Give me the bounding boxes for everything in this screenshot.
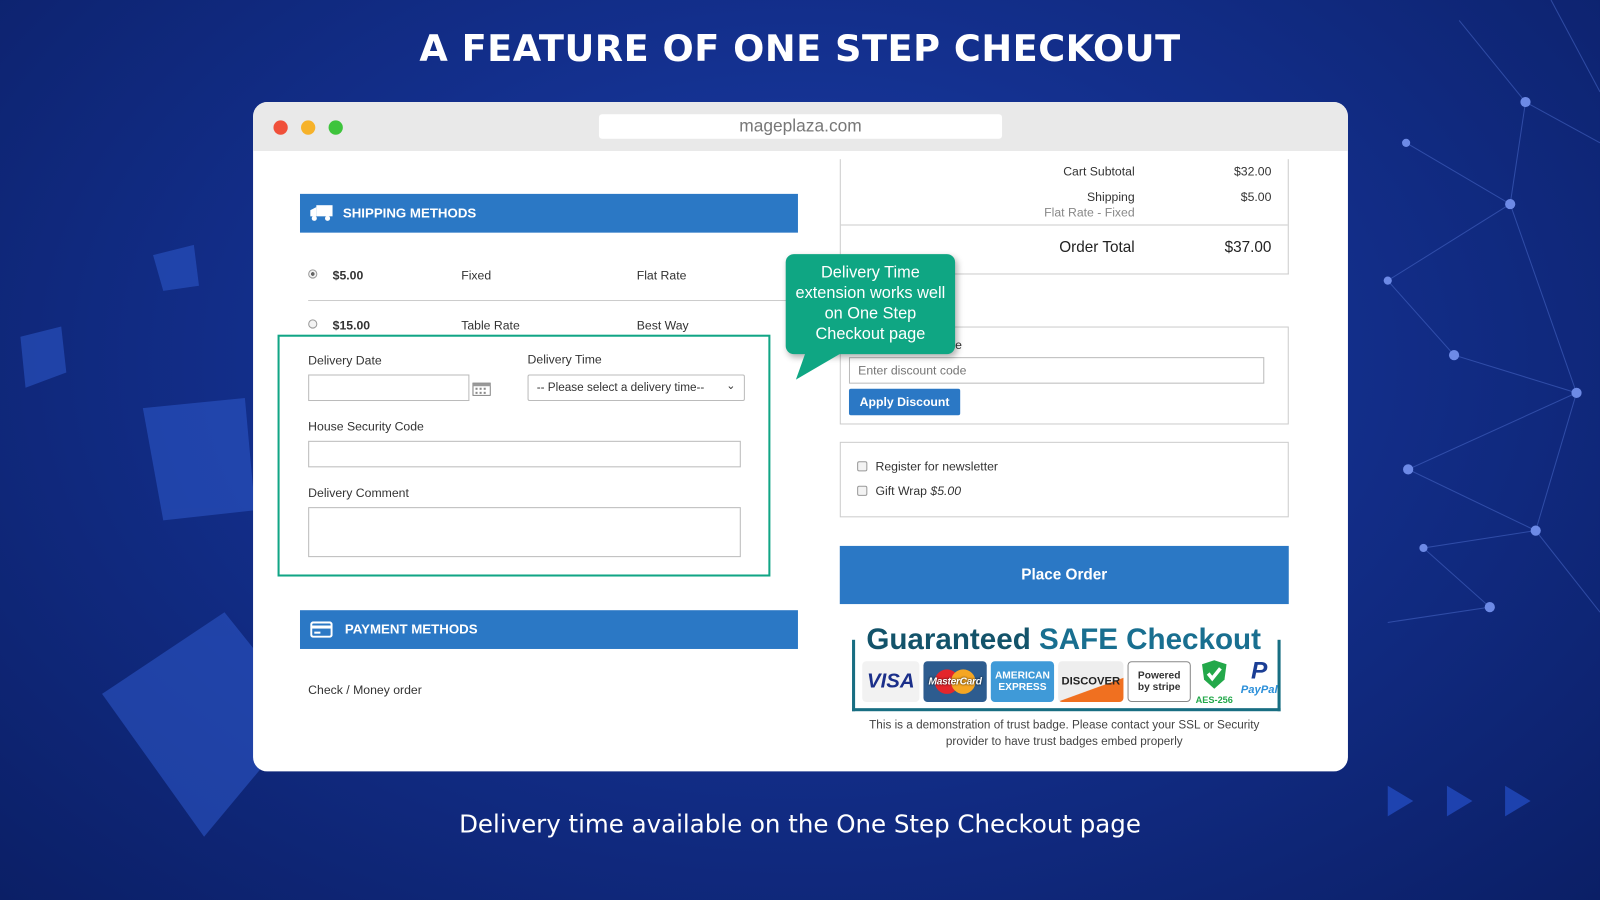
credit-card-icon (310, 621, 333, 638)
delivery-time-section: Delivery Date Delivery Time -- Please se… (277, 334, 771, 577)
discount-label: e (955, 337, 962, 353)
amex-badge: AMERICAN EXPRESS (990, 661, 1055, 703)
payment-methods-header: PAYMENT METHODS (299, 610, 798, 649)
cart-subtotal-value: $32.00 (1233, 164, 1272, 179)
divider (840, 224, 1288, 226)
trust-title-b: SAFE Checkout (1039, 623, 1261, 657)
shipping-methods-header: SHIPPING METHODS (299, 193, 798, 233)
paypal-badge: P PayPal (1237, 659, 1282, 696)
maximize-window-button[interactable] (328, 120, 343, 135)
shipping-method: Fixed (461, 268, 492, 283)
trust-badge-title: Guaranteed SAFE Checkout (860, 623, 1268, 658)
stripe-lock-badge: Powered by stripe (1127, 661, 1191, 703)
delivery-date-input[interactable] (308, 374, 470, 402)
shield-check-icon (1202, 660, 1227, 689)
mastercard-text: MasterCard (928, 676, 982, 688)
truck-icon (310, 205, 333, 221)
paypal-icon: P (1250, 657, 1268, 685)
browser-window: mageplaza.com SHIPPING METHODS $5.00 Fix… (253, 102, 1348, 772)
house-security-code-input[interactable] (308, 440, 741, 468)
minimize-window-button[interactable] (301, 120, 316, 135)
browser-toolbar: mageplaza.com (253, 102, 1348, 152)
shipping-radio-2[interactable] (308, 319, 318, 329)
house-security-code-label: House Security Code (308, 419, 424, 434)
delivery-comment-textarea[interactable] (308, 507, 741, 558)
visa-badge: VISA (862, 661, 920, 703)
shipping-label: Shipping (1087, 189, 1135, 205)
shipping-radio-1[interactable] (308, 269, 318, 279)
shipping-method-label: Flat Rate - Fixed (1044, 205, 1135, 220)
shipping-methods-title: SHIPPING METHODS (342, 205, 477, 221)
stage: A FEATURE OF ONE STEP CHECKOUT mageplaza… (0, 0, 1600, 900)
callout-pointer (795, 351, 845, 380)
delivery-time-label: Delivery Time (527, 352, 602, 367)
trust-badge-note: This is a demonstration of trust badge. … (869, 719, 1260, 748)
trust-title-a: Guaranteed (866, 623, 1031, 657)
place-order-button[interactable]: Place Order (839, 545, 1289, 605)
gift-wrap-price: $5.00 (930, 483, 962, 498)
calendar-icon[interactable] (472, 381, 491, 396)
address-bar[interactable]: mageplaza.com (598, 114, 1003, 139)
shipping-carrier: Flat Rate (636, 268, 687, 283)
shipping-value: $5.00 (1240, 189, 1272, 205)
order-total-value: $37.00 (1224, 238, 1272, 257)
shipping-carrier: Best Way (636, 318, 689, 333)
gift-wrap-checkbox[interactable] (857, 485, 868, 496)
security-shield-badge: AES-256 (1194, 659, 1235, 705)
newsletter-checkbox[interactable] (857, 461, 868, 472)
delivery-date-label: Delivery Date (308, 353, 382, 368)
callout-bubble: Delivery Time extension works well on On… (785, 254, 956, 355)
mastercard-badge: MasterCard (923, 661, 987, 703)
discount-code-input[interactable] (848, 357, 1265, 384)
discover-badge: DISCOVER (1058, 661, 1124, 703)
apply-discount-button[interactable]: Apply Discount (848, 388, 961, 416)
close-window-button[interactable] (273, 120, 288, 135)
page-subtitle: Delivery time available on the One Step … (459, 810, 1141, 839)
paypal-text: PayPal (1240, 683, 1278, 696)
delivery-time-selected: -- Please select a delivery time-- (536, 381, 705, 394)
page-title: A FEATURE OF ONE STEP CHECKOUT (419, 28, 1181, 71)
shipping-method: Table Rate (461, 318, 520, 333)
divider (308, 299, 788, 302)
cart-subtotal-label: Cart Subtotal (1063, 164, 1135, 179)
payment-methods-title: PAYMENT METHODS (344, 621, 478, 637)
payment-option-check[interactable]: Check / Money order (308, 683, 422, 697)
aes-256-label: AES-256 (1195, 694, 1233, 706)
shipping-price: $15.00 (332, 318, 371, 333)
checkout-options-panel: Register for newsletter Gift Wrap $5.00 (839, 441, 1289, 518)
gift-wrap-text: Gift Wrap (875, 483, 928, 498)
shipping-price: $5.00 (332, 268, 364, 283)
delivery-comment-label: Delivery Comment (308, 485, 409, 500)
gift-wrap-label: Gift Wrap $5.00 (876, 484, 962, 498)
delivery-time-select[interactable]: -- Please select a delivery time-- ⌄ (527, 374, 745, 402)
order-total-label: Order Total (1059, 238, 1135, 257)
newsletter-label: Register for newsletter (875, 459, 998, 474)
chevron-down-icon: ⌄ (726, 379, 736, 392)
